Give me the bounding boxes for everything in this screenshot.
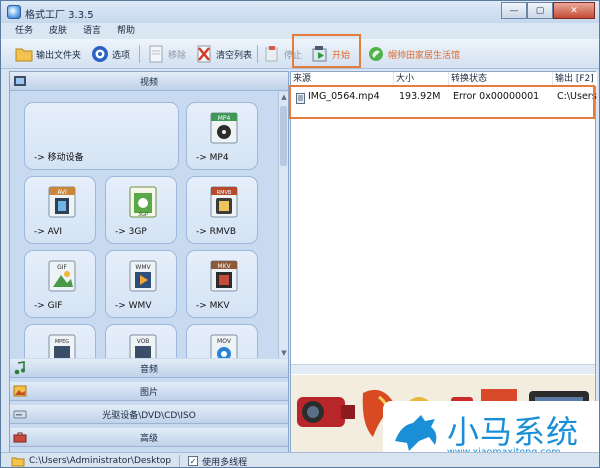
horse-logo-icon xyxy=(395,415,437,451)
toolbar-divider xyxy=(257,45,258,63)
tile-mov[interactable]: MOV xyxy=(186,324,258,358)
tile-mkv[interactable]: MKV -> MKV xyxy=(186,250,258,318)
3gp-film-icon: 3GP xyxy=(129,186,157,218)
image-category-header[interactable]: 图片 xyxy=(10,382,288,401)
options-button[interactable]: 选项 xyxy=(91,43,130,65)
mpeg-film-icon: MPEG xyxy=(48,334,76,358)
task-list-panel: 来源 大小 转换状态 输出 [F2] IMG_0564.mp4 193.92M … xyxy=(290,71,597,453)
rmvb-film-icon: RMVB xyxy=(210,186,238,218)
mp4-film-icon: MP4 xyxy=(210,112,238,144)
gif-image-icon: GIF xyxy=(48,260,76,292)
tile-avi[interactable]: AVI -> AVI xyxy=(24,176,96,244)
svg-text:MP4: MP4 xyxy=(218,115,231,122)
window-controls: — ▢ ✕ xyxy=(501,2,595,19)
music-note-icon xyxy=(14,361,25,375)
column-source[interactable]: 来源 xyxy=(291,72,394,86)
svg-text:3GP: 3GP xyxy=(138,212,148,218)
tile-rmvb[interactable]: RMVB -> RMVB xyxy=(186,176,258,244)
menu-help[interactable]: 帮助 xyxy=(117,23,135,39)
tile-mpeg[interactable]: MPEG xyxy=(24,324,96,358)
advanced-category-header[interactable]: 高级 xyxy=(10,428,288,447)
tile-gif[interactable]: GIF -> GIF xyxy=(24,250,96,318)
svg-text:GIF: GIF xyxy=(57,264,67,271)
multithread-label: 使用多线程 xyxy=(202,457,248,468)
svg-text:MOV: MOV xyxy=(217,338,232,345)
stop-icon xyxy=(263,45,281,63)
app-logo-icon xyxy=(7,5,21,19)
output-folder-button[interactable]: 输出文件夹 xyxy=(15,43,81,65)
scroll-down-arrow-icon[interactable]: ▼ xyxy=(279,348,289,358)
window-title: 格式工厂 3.3.5 xyxy=(25,10,94,21)
start-button-highlight xyxy=(292,34,361,68)
status-bar: C:\Users\Administrator\Desktop ✓ 使用多线程 xyxy=(1,452,599,468)
tile-3gp[interactable]: 3GP -> 3GP xyxy=(105,176,177,244)
promo-link[interactable]: 帽帅田家居生活馆 xyxy=(367,43,460,65)
svg-text:AVI: AVI xyxy=(57,189,67,196)
folder-icon xyxy=(11,457,25,466)
minimize-button[interactable]: — xyxy=(501,2,527,19)
remove-button[interactable]: 移除 xyxy=(147,43,186,65)
leaf-logo-icon xyxy=(367,45,385,63)
toolbar-divider xyxy=(139,45,140,63)
app-window: 格式工厂 3.3.5 — ▢ ✕ 任务 皮肤 语言 帮助 输出文件夹 选项 移除… xyxy=(0,0,600,468)
column-status[interactable]: 转换状态 xyxy=(449,72,553,86)
maximize-button[interactable]: ▢ xyxy=(527,2,553,19)
category-scrollbar[interactable]: ▲ ▼ xyxy=(278,92,288,358)
svg-text:MPEG: MPEG xyxy=(55,339,69,345)
film-strip-icon xyxy=(14,76,26,86)
svg-text:WMV: WMV xyxy=(135,264,151,271)
mov-film-icon: MOV xyxy=(210,334,238,358)
status-divider xyxy=(179,455,181,467)
tile-vob[interactable]: VOB xyxy=(105,324,177,358)
clear-list-icon xyxy=(195,45,213,63)
tile-mp4[interactable]: MP4 -> MP4 xyxy=(186,102,258,170)
mkv-film-icon: MKV xyxy=(210,260,238,292)
scroll-thumb[interactable] xyxy=(280,106,287,166)
options-gear-icon xyxy=(91,45,109,63)
svg-text:RMVB: RMVB xyxy=(217,190,232,196)
title-bar: 格式工厂 3.3.5 — ▢ ✕ xyxy=(1,1,599,23)
output-path[interactable]: C:\Users\Administrator\Desktop xyxy=(29,456,171,466)
menu-language[interactable]: 语言 xyxy=(83,23,101,39)
scroll-up-arrow-icon[interactable]: ▲ xyxy=(279,92,289,102)
svg-text:VOB: VOB xyxy=(137,338,150,345)
tile-wmv[interactable]: WMV -> WMV xyxy=(105,250,177,318)
multithread-checkbox[interactable]: ✓ xyxy=(188,456,199,466)
column-size[interactable]: 大小 xyxy=(394,72,449,86)
wmv-film-icon: WMV xyxy=(129,260,157,292)
video-category-header[interactable]: 视频 xyxy=(10,72,288,91)
clear-list-button[interactable]: 清空列表 xyxy=(195,43,252,65)
column-output[interactable]: 输出 [F2] xyxy=(553,72,597,86)
folder-icon xyxy=(15,45,33,63)
task-row-highlight xyxy=(289,85,595,119)
disc-drive-icon xyxy=(13,410,27,419)
dvd-category-header[interactable]: 光驱设备\DVD\CD\ISO xyxy=(10,405,288,424)
tile-mobile-device[interactable]: -> 移动设备 xyxy=(24,102,179,170)
horizontal-scrollbar[interactable] xyxy=(291,364,595,374)
menu-skin[interactable]: 皮肤 xyxy=(49,23,67,39)
category-panel: 视频 -> 移动设备 MP4 -> MP4 AVI -> AVI 3GP -> … xyxy=(9,71,289,453)
close-button[interactable]: ✕ xyxy=(553,2,595,19)
avi-film-icon: AVI xyxy=(48,186,76,218)
menu-task[interactable]: 任务 xyxy=(15,23,33,39)
svg-text:MKV: MKV xyxy=(217,263,231,270)
picture-icon xyxy=(13,385,27,397)
remove-document-icon xyxy=(147,45,165,63)
toolbox-icon xyxy=(13,432,27,443)
video-format-grid: -> 移动设备 MP4 -> MP4 AVI -> AVI 3GP -> 3GP… xyxy=(10,92,278,358)
audio-category-header[interactable]: 音频 xyxy=(10,359,288,378)
vob-film-icon: VOB xyxy=(129,334,157,358)
